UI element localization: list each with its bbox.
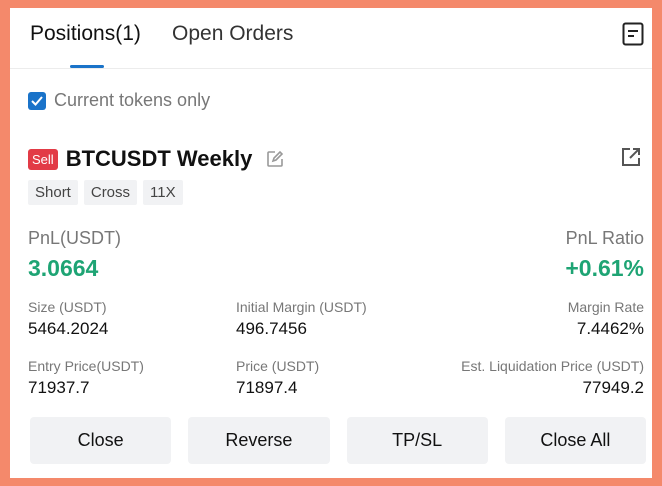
liquidation-price-value: 77949.2 bbox=[582, 378, 644, 397]
pnl-label: PnL(USDT) bbox=[28, 228, 122, 248]
tag-direction: Short bbox=[28, 180, 78, 205]
size-value: 5464.2024 bbox=[28, 319, 109, 338]
action-buttons: Close Reverse TP/SL Close All bbox=[30, 417, 646, 464]
pnl-value: 3.0664 bbox=[28, 255, 99, 281]
tag-margin-mode: Cross bbox=[83, 180, 138, 205]
tag-leverage: 11X bbox=[143, 180, 183, 205]
side-badge: Sell bbox=[28, 148, 58, 170]
pnl-ratio-value: +0.61% bbox=[565, 255, 644, 281]
checkbox-checked-icon[interactable] bbox=[28, 91, 46, 110]
symbol-name: BTCUSDT Weekly bbox=[65, 146, 253, 171]
initial-margin-value: 496.7456 bbox=[236, 319, 307, 338]
size-label: Size (USDT) bbox=[28, 299, 107, 315]
active-tab-indicator bbox=[70, 65, 104, 68]
reverse-button[interactable]: Reverse bbox=[188, 417, 330, 464]
position-tags: Short Cross 11X bbox=[28, 180, 183, 205]
positions-panel: Positions(1) Open Orders Current tokens … bbox=[10, 8, 652, 478]
margin-rate-label: Margin Rate bbox=[567, 299, 644, 315]
liquidation-price-label: Est. Liquidation Price (USDT) bbox=[461, 358, 644, 374]
pnl-ratio-label: PnL Ratio bbox=[565, 228, 644, 248]
entry-price-value: 71937.7 bbox=[28, 378, 90, 397]
tpsl-button[interactable]: TP/SL bbox=[346, 417, 488, 464]
share-icon[interactable] bbox=[620, 146, 642, 168]
tab-open-orders[interactable]: Open Orders bbox=[172, 22, 293, 46]
edit-icon[interactable] bbox=[266, 150, 284, 168]
order-history-icon[interactable] bbox=[622, 22, 644, 46]
price-value: 71897.4 bbox=[236, 378, 298, 397]
current-tokens-filter[interactable]: Current tokens only bbox=[28, 90, 210, 111]
close-button[interactable]: Close bbox=[30, 417, 172, 464]
tab-positions[interactable]: Positions(1) bbox=[30, 22, 141, 46]
entry-price-label: Entry Price(USDT) bbox=[28, 358, 144, 374]
close-all-button[interactable]: Close All bbox=[504, 417, 646, 464]
position-title: Sell BTCUSDT Weekly bbox=[28, 146, 284, 172]
initial-margin-label: Initial Margin (USDT) bbox=[236, 299, 367, 315]
tab-bar: Positions(1) Open Orders bbox=[10, 8, 652, 69]
margin-rate-value: 7.4462% bbox=[576, 319, 644, 338]
filter-label: Current tokens only bbox=[54, 90, 211, 110]
price-label: Price (USDT) bbox=[236, 358, 320, 374]
